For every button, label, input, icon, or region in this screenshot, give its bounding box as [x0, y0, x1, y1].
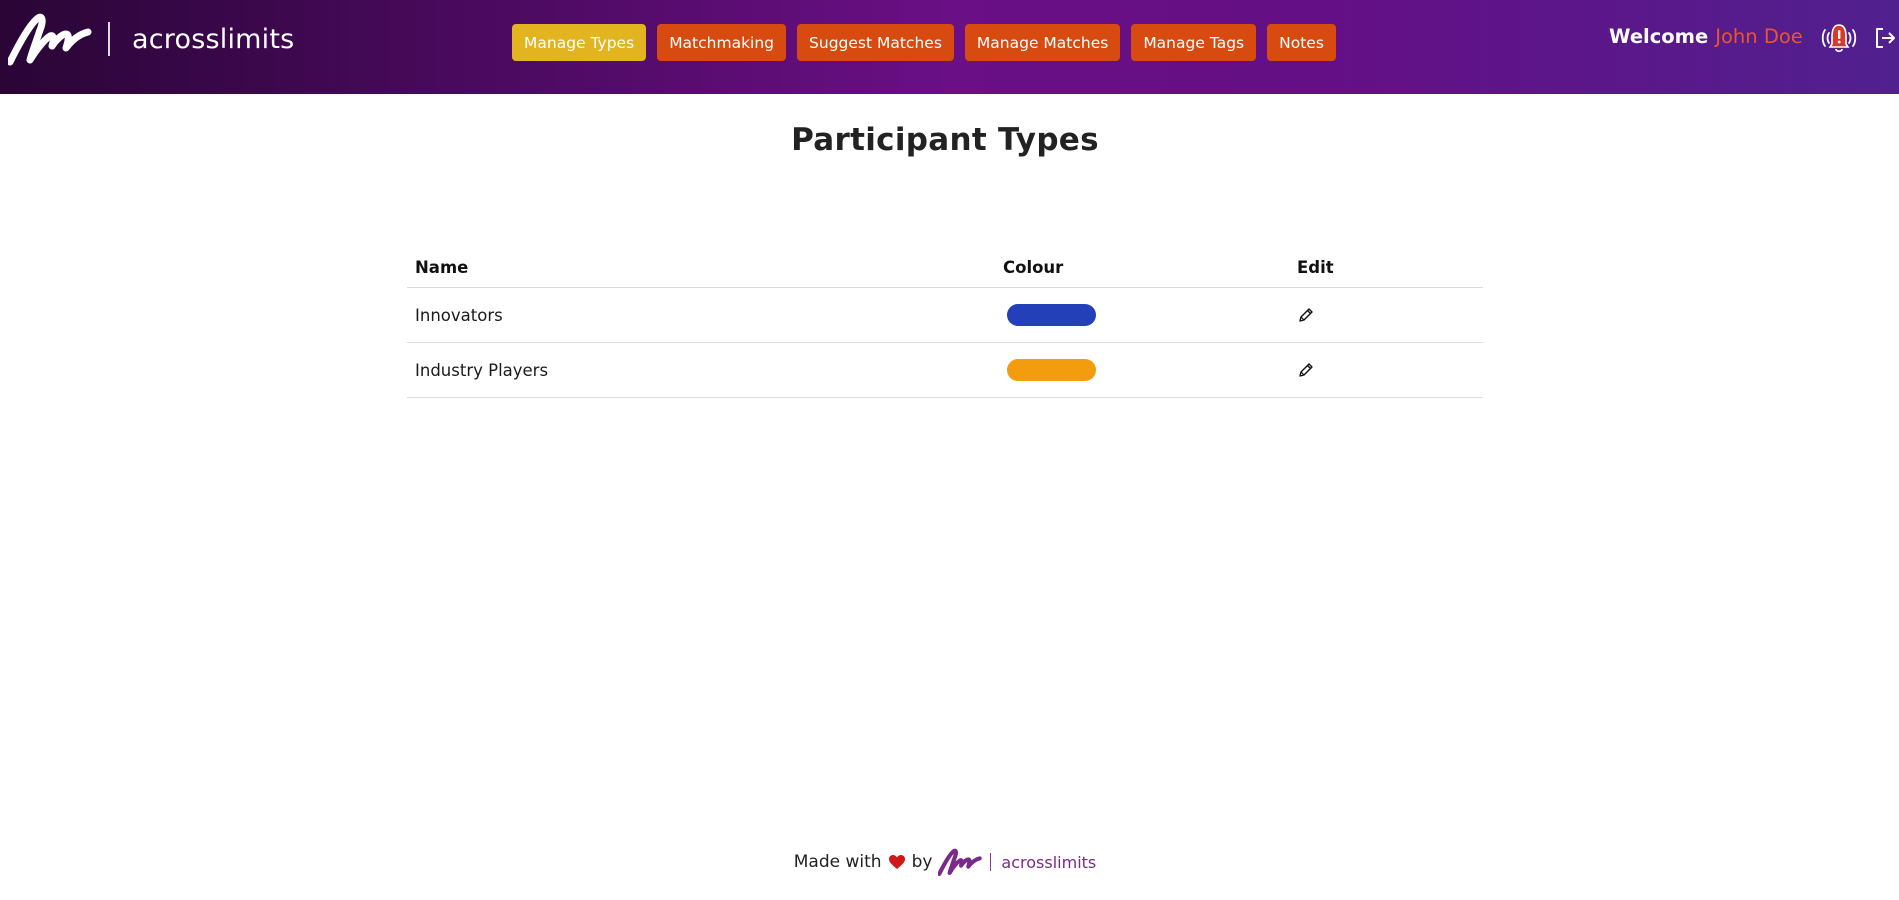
type-colour-cell: [995, 359, 1289, 381]
brand-name: acrosslimits: [132, 23, 295, 55]
nav-suggest-matches-button[interactable]: Suggest Matches: [797, 24, 954, 61]
table-row: Innovators: [407, 288, 1483, 343]
edit-cell: [1289, 361, 1483, 379]
footer-by: by: [911, 852, 933, 872]
colour-swatch: [1007, 304, 1096, 326]
column-header-colour: Colour: [1003, 258, 1064, 277]
logo-divider: [108, 22, 110, 56]
nav-matchmaking-button[interactable]: Matchmaking: [657, 24, 787, 61]
page-title: Participant Types: [791, 122, 1099, 158]
nav-manage-tags-button[interactable]: Manage Tags: [1131, 24, 1257, 61]
table-row: Industry Players: [407, 343, 1483, 398]
bell-alert-icon[interactable]: [1820, 21, 1858, 57]
user-name[interactable]: John Doe: [1715, 25, 1803, 48]
type-name: Industry Players: [415, 360, 549, 380]
heart-icon: [888, 855, 905, 869]
nav-manage-matches-button[interactable]: Manage Matches: [964, 24, 1121, 61]
footer-logo-divider: [990, 853, 992, 871]
column-header-name: Name: [415, 258, 469, 277]
type-name: Innovators: [415, 305, 503, 325]
welcome-label: Welcome: [1609, 25, 1709, 48]
participant-types-table: Name Colour Edit Innovators Industry Pla…: [407, 248, 1483, 398]
type-colour-cell: [995, 304, 1289, 326]
footer-made-with: Made with: [793, 852, 882, 872]
top-navbar: acrosslimits Manage Types Matchmaking Su…: [0, 0, 1899, 94]
welcome-message: Welcome John Doe: [1609, 25, 1803, 48]
acrosslimits-logo-icon: [8, 13, 92, 66]
column-header-edit: Edit: [1297, 258, 1334, 277]
pencil-icon[interactable]: [1297, 306, 1315, 324]
footer: Made with by acrosslimits: [0, 848, 1890, 876]
colour-swatch: [1007, 359, 1096, 381]
nav-notes-button[interactable]: Notes: [1267, 24, 1336, 61]
footer-brand-logo[interactable]: acrosslimits: [938, 848, 1096, 876]
nav-manage-types-button[interactable]: Manage Types: [512, 24, 647, 61]
pencil-icon[interactable]: [1297, 361, 1315, 379]
edit-cell: [1289, 306, 1483, 324]
acrosslimits-logo-icon: [938, 848, 983, 876]
table-header: Name Colour Edit: [407, 248, 1483, 288]
logout-icon[interactable]: [1873, 26, 1897, 50]
main-nav: Manage Types Matchmaking Suggest Matches…: [512, 24, 1336, 61]
footer-brand-name: acrosslimits: [1001, 852, 1097, 872]
brand-logo[interactable]: acrosslimits: [8, 12, 294, 66]
